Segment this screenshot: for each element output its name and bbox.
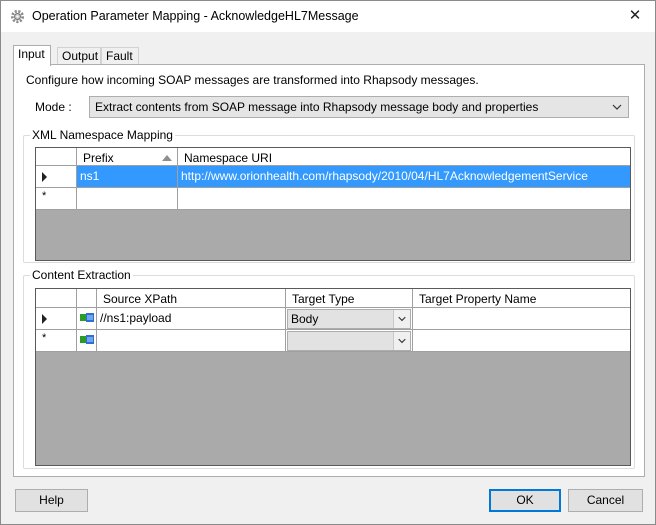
sort-ascending-icon [162,155,172,161]
column-header-prefix[interactable]: Prefix [77,148,178,166]
extraction-row-icon [80,335,94,344]
row-selector[interactable]: * [36,330,77,352]
target-type-cell[interactable]: Body [286,308,413,330]
namespace-mapping-title: XML Namespace Mapping [30,128,175,142]
source-xpath-cell[interactable] [97,330,286,352]
table-row[interactable]: //ns1:payload Body [36,308,630,330]
namespace-uri-cell[interactable]: http://www.orionhealth.com/rhapsody/2010… [178,166,630,188]
content-extraction-title: Content Extraction [30,268,133,282]
gear-icon [10,9,25,24]
new-row-icon: * [42,190,47,202]
description-text: Configure how incoming SOAP messages are… [26,73,479,87]
content-extraction-grid: Source XPath Target Type Target Property… [35,288,631,466]
column-header-namespace-uri[interactable]: Namespace URI [178,148,630,166]
column-header-icon [77,289,97,308]
row-header-corner [36,148,77,166]
tab-fault[interactable]: Fault [101,47,139,65]
tab-input[interactable]: Input [13,45,51,66]
close-icon: ✕ [628,7,642,24]
tab-output[interactable]: Output [57,47,101,65]
new-row[interactable]: * [36,330,630,352]
mode-dropdown-value: Extract contents from SOAP message into … [95,100,539,114]
content-extraction-group: Content Extraction Source XPath Target T… [23,268,635,469]
row-header-corner [36,289,77,308]
table-row[interactable]: ns1 http://www.orionhealth.com/rhapsody/… [36,166,630,188]
row-selector[interactable] [36,166,77,188]
dialog-window: Operation Parameter Mapping - Acknowledg… [0,0,656,525]
cancel-button[interactable]: Cancel [568,489,643,512]
content-grid-header: Source XPath Target Type Target Property… [36,289,630,308]
column-header-target-property-name[interactable]: Target Property Name [413,289,630,308]
namespace-grid: Prefix Namespace URI ns1 http://www.orio… [35,147,631,261]
target-type-cell[interactable] [286,330,413,352]
current-row-icon [42,314,47,324]
chevron-down-icon [393,332,410,350]
prefix-cell[interactable] [77,188,178,210]
ok-button[interactable]: OK [489,489,561,512]
mode-dropdown[interactable]: Extract contents from SOAP message into … [89,96,629,118]
close-button[interactable]: ✕ [621,3,649,29]
target-type-dropdown[interactable] [287,331,411,351]
window-title: Operation Parameter Mapping - Acknowledg… [32,9,359,23]
target-property-name-cell[interactable] [413,308,630,330]
row-selector[interactable]: * [36,188,77,210]
mode-label: Mode : [35,100,72,114]
title-bar: Operation Parameter Mapping - Acknowledg… [1,1,655,32]
column-header-target-type[interactable]: Target Type [286,289,413,308]
new-row[interactable]: * [36,188,630,210]
chevron-down-icon [612,104,622,110]
row-type-cell [77,308,97,330]
chevron-down-icon [393,310,410,328]
prefix-cell[interactable]: ns1 [77,166,178,188]
current-row-icon [42,172,47,182]
namespace-mapping-group: XML Namespace Mapping Prefix Namespace U… [23,128,635,263]
namespace-uri-cell[interactable] [178,188,630,210]
target-type-value: Body [291,312,319,326]
input-tab-panel: Configure how incoming SOAP messages are… [13,64,645,477]
column-header-source-xpath[interactable]: Source XPath [97,289,286,308]
namespace-grid-header: Prefix Namespace URI [36,148,630,166]
target-property-name-cell[interactable] [413,330,630,352]
row-selector[interactable] [36,308,77,330]
target-type-dropdown[interactable]: Body [287,309,411,329]
new-row-icon: * [42,332,47,344]
help-button[interactable]: Help [15,489,88,512]
source-xpath-cell[interactable]: //ns1:payload [97,308,286,330]
row-type-cell [77,330,97,352]
extraction-row-icon [80,313,94,322]
